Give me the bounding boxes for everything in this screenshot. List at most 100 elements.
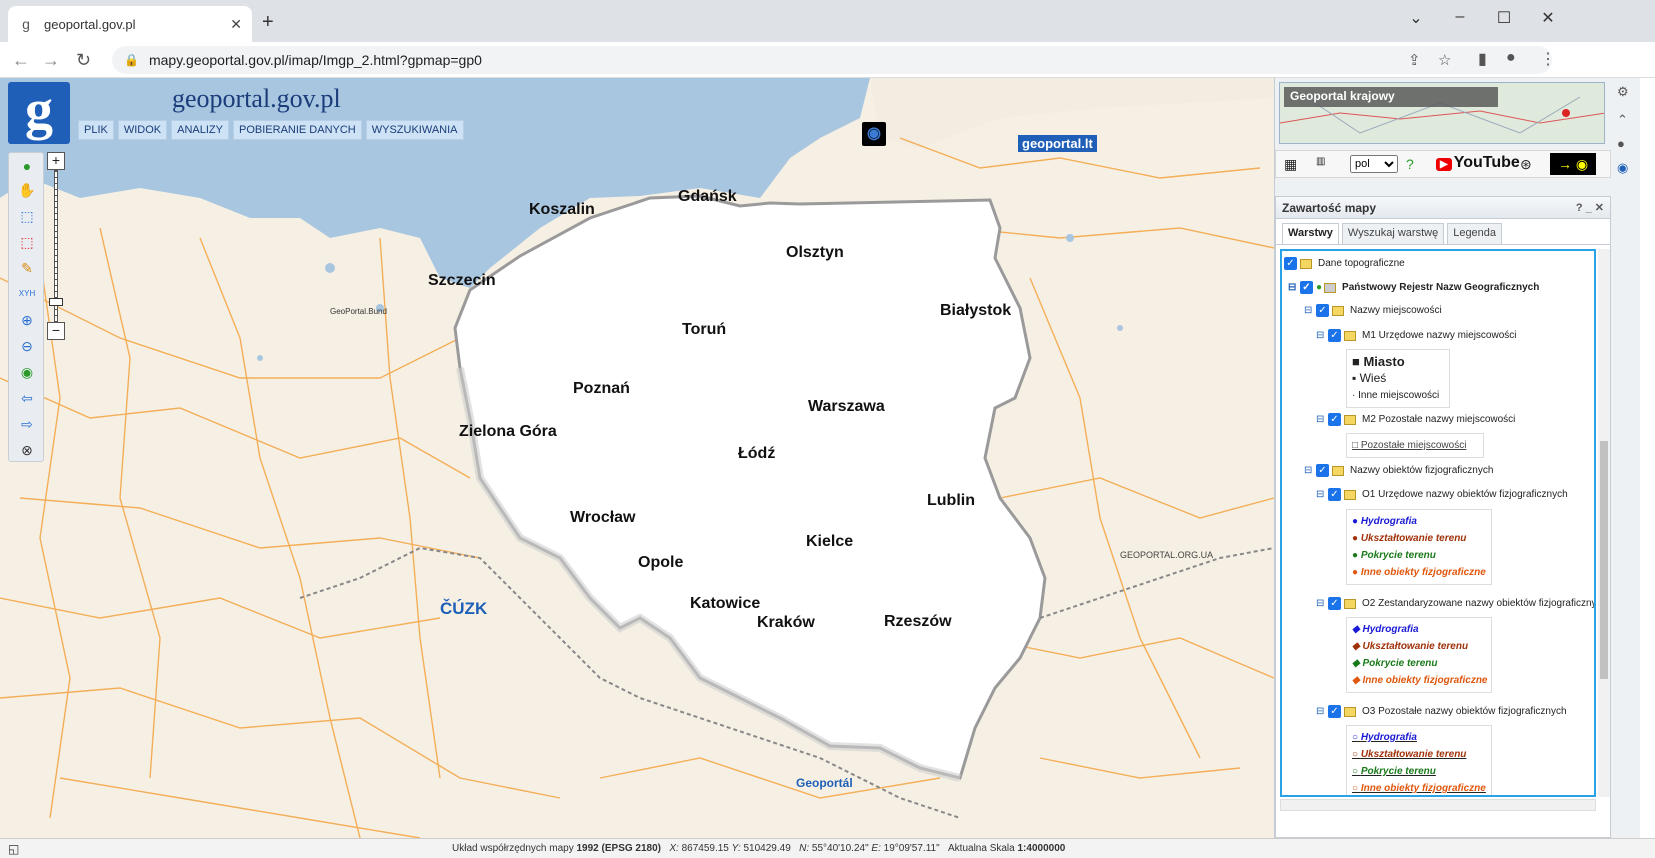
forward-arrow-icon[interactable]: ⇨ (18, 415, 36, 433)
zoom-minus-button[interactable]: − (47, 322, 65, 340)
pencil-icon[interactable]: ✎ (18, 259, 36, 277)
close-tab-icon[interactable]: ✕ (230, 16, 242, 33)
menu-plik[interactable]: PLIK (78, 120, 114, 140)
high-contrast-button[interactable]: → ◉ (1550, 153, 1596, 175)
layer-prng[interactable]: ⊟ ✓ ● Państwowy Rejestr Nazw Geograficznych (1288, 281, 1539, 294)
new-tab-icon[interactable]: + (262, 12, 274, 32)
calculator-icon[interactable]: ▦ (1284, 156, 1297, 173)
legend-item: ▪ Wieś (1352, 371, 1387, 385)
xyh-icon[interactable]: XYH (18, 285, 36, 303)
collapse-icon[interactable]: ⊟ (1288, 282, 1300, 293)
contents-window-controls[interactable]: ? _ ✕ (1576, 201, 1604, 214)
select-red-icon[interactable]: ⬚ (18, 233, 36, 251)
layer-nazwy-obiektow[interactable]: ⊟ ✓ Nazwy obiektów fizjograficznych (1304, 464, 1493, 477)
side-eye-small-icon[interactable]: ● (1617, 136, 1625, 151)
zoom-in-icon[interactable]: ⊕ (18, 311, 36, 329)
layer-checkbox[interactable]: ✓ (1328, 597, 1341, 610)
collapse-icon[interactable]: ⊟ (1304, 465, 1316, 476)
menu-wyszukiwania[interactable]: WYSZUKIWANIA (365, 120, 464, 140)
pan-hand-icon[interactable]: ✋ (18, 181, 36, 199)
globe-icon[interactable]: ◉ (18, 363, 36, 381)
layer-dane-topograficzne[interactable]: ✓ Dane topograficzne (1284, 257, 1405, 270)
city-label: Poznań (573, 380, 630, 397)
side-collapse-icon[interactable]: ⌃ (1617, 112, 1628, 128)
geoportal-sk-logo[interactable]: Geoportál (796, 776, 853, 790)
layer-checkbox[interactable]: ✓ (1328, 705, 1341, 718)
collapse-icon[interactable]: ⊟ (1304, 305, 1316, 316)
zoom-handle[interactable] (49, 298, 63, 306)
zoom-slider[interactable]: + − (47, 152, 67, 342)
tree-vertical-scrollbar[interactable] (1598, 249, 1610, 797)
maximize-icon[interactable]: ☐ (1494, 8, 1514, 28)
address-field[interactable]: 🔒 mapy.geoportal.gov.pl/imap/Imgp_2.html… (112, 46, 1552, 74)
youtube-link[interactable]: ▶ YouTube (1436, 154, 1520, 172)
legend-item: ■ Miasto (1352, 354, 1405, 369)
menu-kebab-icon[interactable]: ⋮ (1540, 49, 1556, 69)
legend-item: ○ Pokrycie terenu (1352, 766, 1436, 777)
menu-widok[interactable]: WIDOK (117, 120, 168, 140)
clear-icon[interactable]: ⊗ (18, 441, 36, 459)
reload-icon[interactable]: ↻ (76, 50, 91, 71)
collapse-icon[interactable]: ⊟ (1316, 489, 1328, 500)
tree-horizontal-scrollbar[interactable] (1280, 799, 1596, 811)
side-panel-icon[interactable]: ▮ (1478, 49, 1487, 69)
geoportal-ua-logo[interactable]: GEOPORTAL.ORG.UA (1120, 550, 1213, 560)
wms-icon[interactable]: ▥ (1316, 156, 1325, 167)
right-panel: Geoportal krajowy ▦ ▥ pol ? ▶ YouTube ⊛ →… (1274, 78, 1640, 838)
browser-tab[interactable]: g geoportal.gov.pl ✕ (8, 6, 252, 42)
layer-o2[interactable]: ⊟ ✓ O2 Zestandaryzowane nazwy obiektów fiz… (1316, 597, 1594, 610)
geoportal-bund-logo[interactable]: GeoPortal.Bund (330, 307, 387, 316)
layer-checkbox[interactable]: ✓ (1284, 257, 1297, 270)
share-icon[interactable]: ⇪ (1408, 51, 1421, 69)
layer-checkbox[interactable]: ✓ (1316, 464, 1329, 477)
overview-minimap[interactable]: Geoportal krajowy (1279, 82, 1605, 144)
select-rect-icon[interactable]: ⬚ (18, 207, 36, 225)
scrollbar-thumb[interactable] (1600, 441, 1608, 679)
tab-legenda[interactable]: Legenda (1447, 223, 1503, 244)
collapse-icon[interactable]: ⊟ (1316, 706, 1328, 717)
zoom-out-icon[interactable]: ⊖ (18, 337, 36, 355)
layer-nazwy-miejscowosci[interactable]: ⊟ ✓ Nazwy miejscowości (1304, 304, 1442, 317)
layer-checkbox[interactable]: ✓ (1328, 329, 1341, 342)
language-select[interactable]: pol (1350, 155, 1398, 173)
layer-m2[interactable]: ⊟ ✓ M2 Pozostałe nazwy miejscowości (1316, 413, 1515, 426)
info-icon[interactable]: ● (18, 157, 36, 175)
m1-legend: ■ Miasto ▪ Wieś · Inne miejscowości (1346, 349, 1450, 408)
collapse-icon[interactable]: ⊟ (1316, 598, 1328, 609)
close-window-icon[interactable]: ✕ (1538, 8, 1558, 28)
partner-round-logo[interactable]: ◉ (862, 122, 886, 146)
tab-wyszukaj-warstwe[interactable]: Wyszukaj warstwę (1341, 223, 1445, 244)
layer-checkbox[interactable]: ✓ (1300, 281, 1313, 294)
layer-o3[interactable]: ⊟ ✓ O3 Pozostałe nazwy obiektów fizjografi… (1316, 705, 1567, 718)
profile-icon[interactable]: ● (1506, 49, 1516, 67)
help-icon[interactable]: ? (1406, 156, 1414, 172)
collapse-icon[interactable]: ⊟ (1316, 414, 1328, 425)
accessibility-icon[interactable]: ⊛ (1520, 156, 1532, 173)
resize-icon[interactable]: ◱ (8, 842, 19, 856)
minimize-icon[interactable]: – (1450, 8, 1470, 26)
tab-search-icon[interactable]: ⌄ (1406, 8, 1426, 28)
settings-gear-icon[interactable]: ⚙ (1617, 84, 1629, 100)
tab-warstwy[interactable]: Warstwy (1282, 223, 1339, 244)
city-label: Białystok (940, 302, 1012, 319)
side-eye-icon[interactable]: ◉ (1617, 160, 1628, 176)
forward-icon[interactable]: → (42, 50, 60, 71)
map-canvas[interactable]: g geoportal.gov.pl PLIK WIDOK ANALIZY PO… (0, 78, 1274, 838)
collapse-icon[interactable]: ⊟ (1316, 330, 1328, 341)
layer-checkbox[interactable]: ✓ (1328, 413, 1341, 426)
layer-o1[interactable]: ⊟ ✓ O1 Urzędowe nazwy obiektów fizjografic… (1316, 488, 1568, 501)
back-arrow-icon[interactable]: ⇦ (18, 389, 36, 407)
menu-pobieranie-danych[interactable]: POBIERANIE DANYCH (233, 120, 362, 140)
coordinate-readout: Układ współrzędnych mapy 1992 (EPSG 2180… (452, 843, 1066, 854)
bookmark-star-icon[interactable]: ☆ (1438, 51, 1451, 69)
geoportal-lt-logo[interactable]: geoportal.lt (1018, 135, 1097, 152)
menu-analizy[interactable]: ANALIZY (171, 120, 229, 140)
layer-checkbox[interactable]: ✓ (1328, 488, 1341, 501)
geoportal-logo[interactable]: g (8, 82, 70, 144)
legend-item: ○ Ukształtowanie terenu (1352, 749, 1467, 760)
zoom-plus-button[interactable]: + (47, 152, 65, 170)
layer-checkbox[interactable]: ✓ (1316, 304, 1329, 317)
back-icon[interactable]: ← (12, 50, 30, 71)
cuzk-logo[interactable]: ČÚZK (440, 599, 487, 619)
layer-m1[interactable]: ⊟ ✓ M1 Urzędowe nazwy miejscowości (1316, 329, 1517, 342)
